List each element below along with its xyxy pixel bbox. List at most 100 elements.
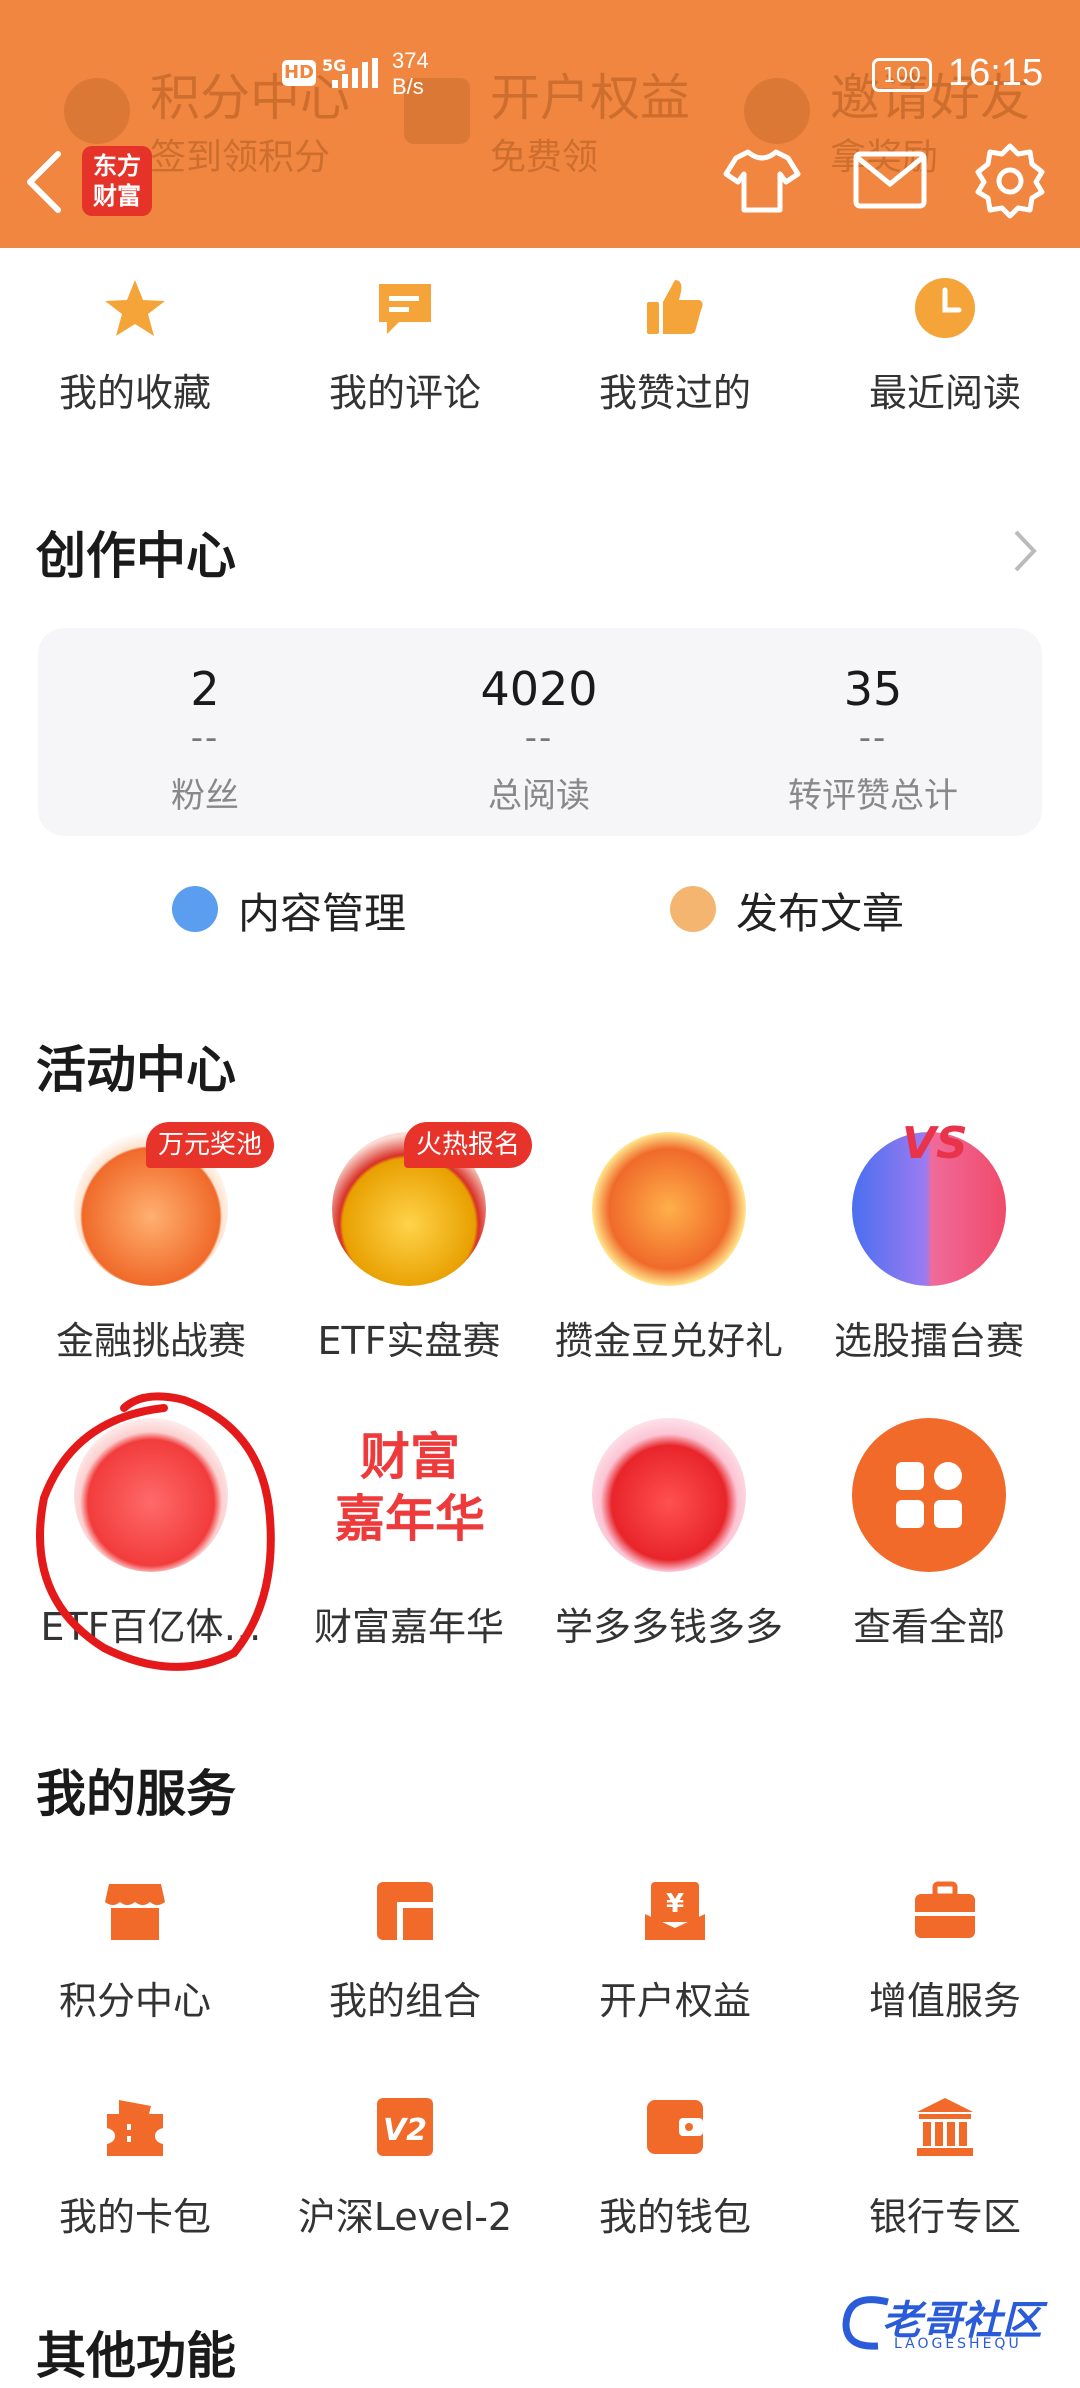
comment-icon	[379, 284, 431, 334]
net-speed-unit: B/s	[392, 74, 424, 99]
activity-learn-more[interactable]: 学多多钱多多	[534, 1418, 804, 1658]
activity-finance-challenge[interactable]: 万元奖池 金融挑战赛	[16, 1122, 286, 1372]
activity-gold-beans[interactable]: 攒金豆兑好礼	[534, 1132, 804, 1372]
clock-time: 16:15	[948, 52, 1044, 94]
activity-view-all[interactable]: 查看全部	[794, 1418, 1064, 1658]
service-bank-zone[interactable]: 银行专区	[810, 2096, 1080, 2256]
service-my-wallet[interactable]: 我的钱包	[540, 2096, 810, 2256]
top-header: 积分中心 签到领积分 开户权益 免费领 邀请好友 拿奖励 HD 5G 374 B…	[0, 0, 1080, 248]
service-label: 沪深Level-2	[297, 2195, 513, 2239]
quick-comments[interactable]: 我的评论	[270, 270, 540, 430]
yen-glyph: ¥	[666, 1889, 684, 1919]
activity-label: 学多多钱多多	[554, 1605, 783, 1649]
stat-label: 粉丝	[171, 776, 239, 816]
view-all-grid-icon	[852, 1418, 1006, 1572]
content-manage-label: 内容管理	[238, 889, 407, 938]
portfolio-icon	[377, 1882, 433, 1940]
service-label: 我的钱包	[598, 2195, 751, 2239]
wallet-icon	[647, 2100, 703, 2154]
vs-text: VS	[902, 1118, 968, 1169]
service-value-added[interactable]: 增值服务	[810, 1880, 1080, 2040]
creation-title: 创作中心	[36, 527, 236, 585]
clock-icon	[915, 278, 975, 338]
bank-icon	[917, 2098, 973, 2156]
quick-label: 最近阅读	[868, 371, 1021, 415]
stat-delta: --	[858, 718, 888, 758]
chevron-right-icon[interactable]	[1008, 526, 1042, 576]
watermark-sub: LAOGESHEQU	[894, 2336, 1022, 2352]
service-portfolio[interactable]: 我的组合	[270, 1880, 540, 2040]
publish-article-icon	[670, 886, 716, 932]
publish-article-label: 发布文章	[736, 889, 905, 938]
carnival-art-icon: 财富 嘉年华	[332, 1418, 486, 1572]
quick-recent[interactable]: 最近阅读	[810, 270, 1080, 430]
creation-stats-card: 2 -- 粉丝 4020 -- 总阅读 35 -- 转评赞总计	[38, 628, 1042, 836]
service-points-center[interactable]: 积分中心	[0, 1880, 270, 2040]
activity-stock-battle[interactable]: VS 选股擂台赛	[794, 1118, 1064, 1372]
activity-label: 查看全部	[852, 1605, 1005, 1649]
level2-glyph: V2	[383, 2113, 427, 2148]
back-arrow-icon[interactable]	[20, 146, 70, 218]
quick-label: 我赞过的	[598, 371, 751, 415]
carnival-art-line2: 嘉年华	[335, 1490, 485, 1548]
app-logo[interactable]: 东方财富	[82, 146, 152, 216]
service-label: 我的组合	[328, 1979, 481, 2023]
activity-etf-live[interactable]: 火热报名 ETF实盘赛	[274, 1122, 544, 1372]
signal-icon	[332, 58, 378, 88]
activity-label: 选股擂台赛	[833, 1319, 1024, 1363]
hd-badge: HD	[282, 60, 316, 86]
store-icon	[105, 1884, 165, 1940]
stat-followers[interactable]: 2 -- 粉丝	[38, 628, 372, 836]
service-account-benefits[interactable]: ¥ 开户权益	[540, 1880, 810, 2040]
quick-label: 我的收藏	[58, 371, 211, 415]
service-label: 增值服务	[868, 1979, 1021, 2023]
stat-label: 总阅读	[488, 776, 590, 816]
yen-gift-icon: ¥	[645, 1882, 705, 1940]
stat-engagement[interactable]: 35 -- 转评赞总计	[706, 628, 1040, 836]
activity-label: 攒金豆兑好礼	[554, 1319, 783, 1363]
stat-label: 转评赞总计	[788, 776, 958, 816]
other-title: 其他功能	[36, 2327, 236, 2385]
mail-icon[interactable]	[850, 140, 930, 220]
publish-article-button[interactable]: 发布文章	[670, 876, 930, 956]
content-manage-icon	[172, 886, 218, 932]
thumbs-up-icon	[647, 280, 703, 334]
briefcase-icon	[915, 1881, 975, 1938]
quick-label: 我的评论	[328, 371, 481, 415]
level2-icon: V2	[377, 2098, 433, 2156]
service-level2[interactable]: V2 沪深Level-2	[270, 2096, 540, 2256]
stat-value: 35	[843, 662, 903, 716]
stat-value: 2	[190, 662, 220, 716]
activity-title: 活动中心	[36, 1041, 236, 1099]
service-label: 积分中心	[58, 1979, 211, 2023]
net-speed-value: 374	[392, 48, 429, 73]
quick-liked[interactable]: 我赞过的	[540, 270, 810, 430]
stat-reads[interactable]: 4020 -- 总阅读	[372, 628, 706, 836]
service-label: 银行专区	[868, 2195, 1021, 2239]
skin-shirt-icon[interactable]	[722, 140, 802, 220]
stat-delta: --	[524, 718, 554, 758]
activity-label: ETF实盘赛	[317, 1319, 501, 1363]
battery-icon: 100	[872, 58, 932, 92]
watermark-logo: 老哥社区 LAOGESHEQU	[838, 2288, 1064, 2360]
activity-label: 金融挑战赛	[55, 1319, 246, 1363]
service-label: 我的卡包	[58, 2195, 211, 2239]
stat-delta: --	[190, 718, 220, 758]
quick-favorites[interactable]: 我的收藏	[0, 270, 270, 430]
badge-prize-pool: 万元奖池	[146, 1122, 275, 1168]
ticket-icon	[107, 2100, 163, 2156]
service-card-wallet[interactable]: 我的卡包	[0, 2096, 270, 2256]
activity-label: 财富嘉年华	[313, 1605, 504, 1649]
badge-hot-signup: 火热报名	[404, 1122, 533, 1168]
gift-box-icon	[592, 1132, 746, 1286]
services-title: 我的服务	[36, 1765, 236, 1823]
red-mascot-icon	[592, 1418, 746, 1572]
star-icon	[105, 280, 165, 336]
annotation-circle	[36, 1392, 275, 1671]
content-manage-button[interactable]: 内容管理	[172, 876, 432, 956]
service-label: 开户权益	[598, 1979, 751, 2023]
activity-wealth-carnival[interactable]: 财富 嘉年华 财富嘉年华	[274, 1418, 544, 1658]
settings-gear-icon[interactable]	[970, 140, 1050, 220]
stat-value: 4020	[480, 662, 598, 716]
status-bar: HD 5G 374 B/s 100 16:15	[0, 0, 1080, 150]
